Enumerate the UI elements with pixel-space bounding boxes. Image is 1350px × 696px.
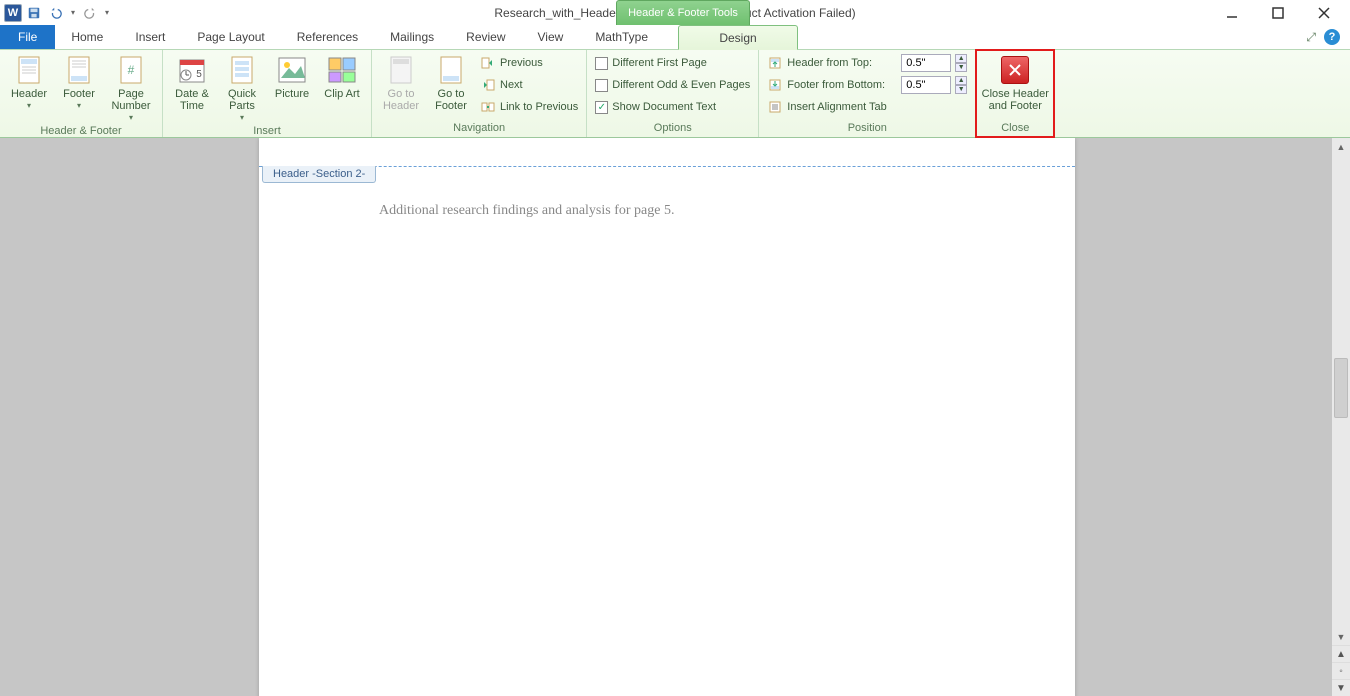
scroll-up-button[interactable]: ▲: [1332, 138, 1350, 155]
close-header-footer-button[interactable]: Close Header and Footer: [980, 52, 1050, 112]
previous-icon: [480, 55, 496, 71]
quick-access-toolbar: W ▾ ▾: [4, 3, 112, 23]
tab-references[interactable]: References: [281, 25, 374, 49]
qat-customize-icon[interactable]: ▾: [102, 3, 112, 23]
undo-icon[interactable]: [46, 3, 66, 23]
tab-mathtype[interactable]: MathType: [579, 25, 664, 49]
checkbox-checked-icon: ✓: [595, 101, 608, 114]
clip-art-button[interactable]: Clip Art: [317, 52, 367, 100]
group-label: Insert: [167, 124, 367, 138]
ribbon-minimize-icon[interactable]: ⤢: [1306, 30, 1316, 45]
picture-icon: [276, 54, 308, 86]
close-window-button[interactable]: [1310, 3, 1338, 23]
tab-home[interactable]: Home: [55, 25, 119, 49]
group-label: Position: [763, 121, 971, 137]
checkbox-icon: [595, 79, 608, 92]
scroll-thumb[interactable]: [1334, 358, 1348, 418]
tab-page-layout[interactable]: Page Layout: [181, 25, 280, 49]
header-section-label: Header -Section 2-: [262, 166, 376, 183]
vertical-scrollbar[interactable]: ▲ ▼ ▲ ◦ ▼: [1332, 138, 1350, 696]
minimize-button[interactable]: [1218, 3, 1246, 23]
tab-review[interactable]: Review: [450, 25, 521, 49]
document-name: Research_with_Header: [494, 6, 619, 20]
undo-dropdown-icon[interactable]: ▾: [68, 3, 78, 23]
footer-button[interactable]: Footer▾: [54, 52, 104, 112]
word-app-icon[interactable]: W: [4, 4, 22, 22]
footer-from-bottom-row: Footer from Bottom: ▲▼: [763, 74, 971, 96]
tab-design[interactable]: Design: [678, 25, 798, 50]
checkbox-icon: [595, 57, 608, 70]
group-header-footer: Header▾ Footer▾ # Page Number▾ Header & …: [0, 50, 163, 137]
header-top-icon: [767, 55, 783, 71]
group-insert: 5 Date & Time Quick Parts▾ Picture Clip …: [163, 50, 372, 137]
next-button[interactable]: Next: [476, 74, 582, 96]
save-icon[interactable]: [24, 3, 44, 23]
clip-art-icon: [326, 54, 358, 86]
next-icon: [480, 77, 496, 93]
window-controls: [1218, 3, 1346, 23]
quick-parts-button[interactable]: Quick Parts▾: [217, 52, 267, 124]
footer-from-bottom-input[interactable]: [901, 76, 951, 94]
group-label: Close: [980, 121, 1050, 137]
quick-parts-icon: [226, 54, 258, 86]
select-browse-object-button[interactable]: ◦: [1332, 662, 1350, 679]
calendar-icon: 5: [176, 54, 208, 86]
previous-button[interactable]: Previous: [476, 52, 582, 74]
footer-bottom-icon: [767, 77, 783, 93]
group-label: Header & Footer: [4, 124, 158, 138]
ribbon: Header▾ Footer▾ # Page Number▾ Header & …: [0, 50, 1350, 138]
page-number-button[interactable]: # Page Number▾: [104, 52, 158, 124]
svg-text:#: #: [128, 63, 135, 77]
link-to-previous-button[interactable]: Link to Previous: [476, 96, 582, 118]
goto-header-button: Go to Header: [376, 52, 426, 112]
header-from-top-row: Header from Top: ▲▼: [763, 52, 971, 74]
footer-icon: [63, 54, 95, 86]
different-odd-even-checkbox[interactable]: Different Odd & Even Pages: [591, 74, 754, 96]
scroll-down-button[interactable]: ▼: [1332, 628, 1350, 645]
spin-down[interactable]: ▼: [955, 63, 967, 72]
title-bar: W ▾ ▾ Research_with_Header-Microsoft Wor…: [0, 0, 1350, 25]
redo-icon[interactable]: [80, 3, 100, 23]
group-options: Different First Page Different Odd & Eve…: [587, 50, 759, 137]
insert-alignment-tab-button[interactable]: Insert Alignment Tab: [763, 96, 971, 118]
browse-object-controls: ▲ ◦ ▼: [1332, 645, 1350, 696]
spin-down[interactable]: ▼: [955, 85, 967, 94]
group-label: Options: [591, 121, 754, 137]
date-time-button[interactable]: 5 Date & Time: [167, 52, 217, 112]
goto-header-icon: [385, 54, 417, 86]
different-first-page-checkbox[interactable]: Different First Page: [591, 52, 754, 74]
header-button[interactable]: Header▾: [4, 52, 54, 112]
help-icon[interactable]: ?: [1324, 29, 1340, 45]
tab-file[interactable]: File: [0, 25, 55, 49]
group-close: Close Header and Footer Close: [976, 50, 1055, 137]
page[interactable]: Header -Section 2- Additional research f…: [259, 138, 1075, 696]
link-icon: [480, 99, 496, 115]
goto-footer-icon: [435, 54, 467, 86]
header-boundary-line: [259, 166, 1075, 167]
alignment-tab-icon: [767, 99, 783, 115]
spin-up[interactable]: ▲: [955, 76, 967, 85]
group-position: Header from Top: ▲▼ Footer from Bottom: …: [759, 50, 976, 137]
tab-insert[interactable]: Insert: [119, 25, 181, 49]
tab-mailings[interactable]: Mailings: [374, 25, 450, 49]
close-x-icon: [1001, 56, 1029, 84]
ribbon-tabs: File Home Insert Page Layout References …: [0, 25, 1350, 50]
document-body-text[interactable]: Additional research findings and analysi…: [379, 203, 674, 219]
picture-button[interactable]: Picture: [267, 52, 317, 100]
next-page-button[interactable]: ▼: [1332, 679, 1350, 696]
group-navigation: Go to Header Go to Footer Previous Next …: [372, 50, 587, 137]
header-icon: [13, 54, 45, 86]
document-area[interactable]: Header -Section 2- Additional research f…: [0, 138, 1332, 696]
tab-view[interactable]: View: [522, 25, 580, 49]
goto-footer-button[interactable]: Go to Footer: [426, 52, 476, 112]
contextual-tab-label: Header & Footer Tools: [616, 0, 750, 25]
header-from-top-input[interactable]: [901, 54, 951, 72]
spin-up[interactable]: ▲: [955, 54, 967, 63]
svg-text:5: 5: [196, 69, 202, 80]
previous-page-button[interactable]: ▲: [1332, 645, 1350, 662]
show-document-text-checkbox[interactable]: ✓ Show Document Text: [591, 96, 754, 118]
page-number-icon: #: [115, 54, 147, 86]
group-label: Navigation: [376, 121, 582, 137]
maximize-button[interactable]: [1264, 3, 1292, 23]
